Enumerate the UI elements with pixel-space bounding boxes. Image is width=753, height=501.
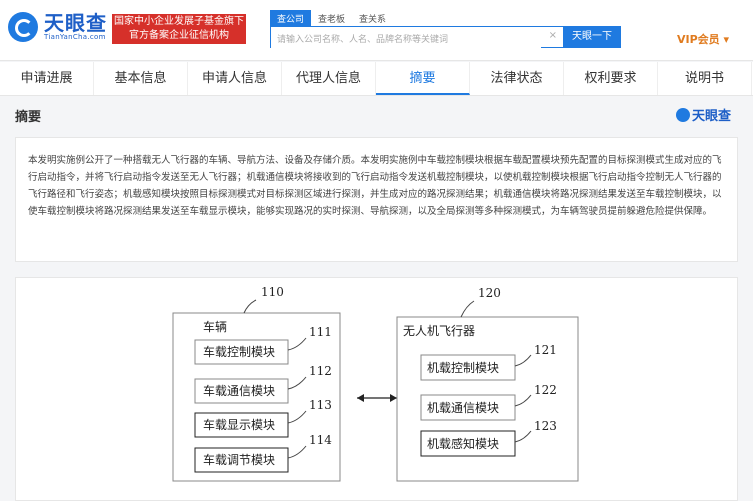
search-tabs: 查公司 查老板 查关系 [270, 10, 393, 27]
logo-text: 天眼查 [44, 11, 107, 35]
vehicle-module-ref: 113 [309, 398, 332, 412]
tab-agent-info[interactable]: 代理人信息 [282, 62, 376, 95]
uav-label: 无人机飞行器 [403, 324, 475, 338]
patent-nav: 申请进展 基本信息 申请人信息 代理人信息 摘要 法律状态 权利要求 说明书 [0, 62, 753, 96]
search-tab-company[interactable]: 查公司 [270, 10, 312, 27]
watermark-logo: 天眼查 [676, 105, 731, 124]
block-diagram: 车辆 110 车载控制模块 111 车载通信模块 112 车载显示模块 113 … [172, 285, 579, 482]
uav-module-label: 机载感知模块 [427, 436, 499, 451]
uav-module-ref: 121 [534, 343, 557, 357]
vehicle-ref: 110 [261, 285, 284, 299]
logo-eye-icon [8, 12, 38, 42]
vehicle-module-ref: 114 [309, 433, 332, 447]
tab-description[interactable]: 说明书 [658, 62, 752, 95]
vehicle-module-label: 车载显示模块 [203, 417, 275, 432]
tab-legal-status[interactable]: 法律状态 [470, 62, 564, 95]
vehicle-module-label: 车载控制模块 [203, 344, 275, 359]
tab-basic-info[interactable]: 基本信息 [94, 62, 188, 95]
banner-line-2: 官方备案企业征信机构 [129, 30, 229, 41]
uav-ref: 120 [478, 286, 501, 300]
uav-module-ref: 122 [534, 383, 557, 397]
uav-module-label: 机载控制模块 [427, 361, 499, 375]
tab-application-progress[interactable]: 申请进展 [0, 62, 94, 95]
vip-member-menu[interactable]: VIP会员 ▾ [677, 31, 729, 47]
abstract-figure: 车辆 110 车载控制模块 111 车载通信模块 112 车载显示模块 113 … [15, 277, 738, 501]
promo-banner[interactable]: 国家中小企业发展子基金旗下 官方备案企业征信机构 [112, 14, 246, 44]
logo-domain: TianYanCha.com [44, 33, 106, 41]
uav-module-label: 机载通信模块 [427, 401, 499, 415]
search-tab-boss[interactable]: 查老板 [311, 10, 352, 27]
vehicle-module-ref: 111 [309, 325, 332, 339]
vehicle-module-label: 车载通信模块 [203, 383, 275, 398]
top-header: 天眼查 TianYanCha.com 国家中小企业发展子基金旗下 官方备案企业征… [0, 0, 753, 61]
uav-module-ref: 123 [534, 419, 557, 433]
tab-claims[interactable]: 权利要求 [564, 62, 658, 95]
site-logo[interactable]: 天眼查 TianYanCha.com [8, 12, 107, 42]
search-box: × [270, 26, 564, 50]
search-input[interactable] [271, 30, 541, 50]
vehicle-module-label: 车载调节模块 [203, 452, 275, 467]
logo-eye-icon [676, 107, 690, 122]
banner-line-1: 国家中小企业发展子基金旗下 [114, 16, 244, 27]
tab-applicant-info[interactable]: 申请人信息 [188, 62, 282, 95]
search-tab-relation[interactable]: 查关系 [352, 10, 393, 27]
vehicle-module-ref: 112 [309, 364, 332, 378]
vehicle-label: 车辆 [203, 319, 227, 334]
search-button[interactable]: 天眼一下 [563, 26, 621, 48]
abstract-text: 本发明实施例公开了一种搭载无人飞行器的车辆、导航方法、设备及存储介质。本发明实施… [15, 137, 738, 262]
watermark-text: 天眼查 [692, 109, 732, 124]
tab-abstract[interactable]: 摘要 [376, 62, 470, 95]
section-title: 摘要 [15, 110, 42, 125]
clear-icon[interactable]: × [549, 30, 557, 41]
